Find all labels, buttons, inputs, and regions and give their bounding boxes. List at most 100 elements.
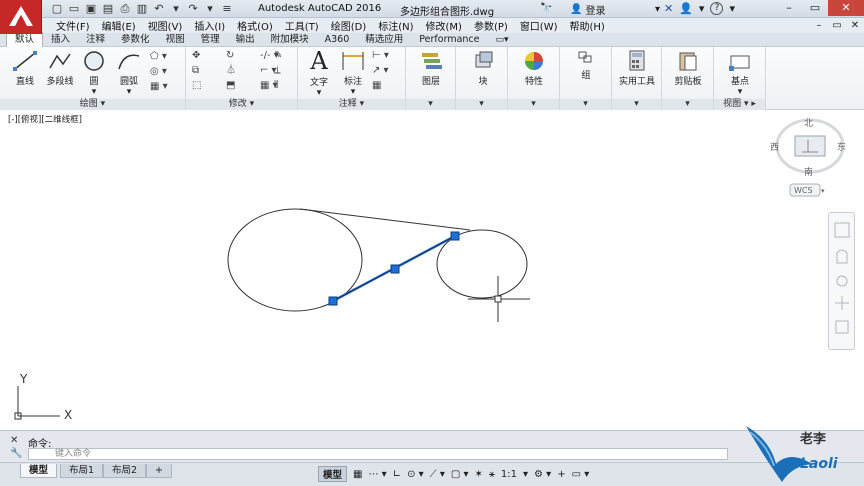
orbit-icon[interactable]	[835, 296, 849, 310]
menu-insert[interactable]: 插入(I)	[188, 18, 231, 33]
mirror-icon[interactable]: ⏃	[226, 64, 260, 77]
menu-format[interactable]: 格式(O)	[231, 18, 279, 33]
chevron-down-icon[interactable]: ▾	[114, 87, 144, 97]
modify-panel-label[interactable]: 修改 ▾	[186, 99, 297, 110]
properties-panel-expand[interactable]: ▾	[508, 99, 559, 110]
tab-a360[interactable]: A360	[317, 33, 358, 47]
redo-dropdown-icon[interactable]: ▾	[203, 2, 217, 16]
tab-manage[interactable]: 管理	[193, 33, 228, 47]
command-input[interactable]: 键入命令	[28, 448, 728, 460]
viewcube-west[interactable]: 西	[770, 142, 779, 153]
customize-qat-icon[interactable]: ≡	[220, 2, 234, 16]
help-icon[interactable]: ?	[710, 2, 724, 15]
drawing-area[interactable]: [-][俯视][二维线框] X Y 北 南 东 西 WCS ▾	[0, 110, 864, 430]
add-layout-button[interactable]: +	[146, 464, 172, 478]
offset-icon[interactable]: ⫴	[274, 79, 294, 92]
wrench-icon[interactable]: 🔧	[10, 448, 22, 459]
menu-parametric[interactable]: 参数(P)	[468, 18, 514, 33]
hatch-icon[interactable]: ▦ ▾	[150, 80, 180, 93]
chevron-down-icon[interactable]: ▾	[722, 87, 758, 97]
layers-button[interactable]: 图层	[414, 50, 448, 87]
grip-end[interactable]	[450, 231, 460, 241]
chevron-down-icon[interactable]: ▾	[80, 87, 108, 97]
erase-icon[interactable]: ✎	[274, 49, 294, 62]
utilities-panel-expand[interactable]: ▾	[612, 99, 661, 110]
exchange-icon[interactable]: ✕	[664, 2, 673, 15]
tab-annotate[interactable]: 注释	[78, 33, 113, 47]
chevron-down-icon[interactable]: ▾	[821, 187, 825, 195]
copy-icon[interactable]: ⧉	[192, 64, 226, 77]
tab-home[interactable]: 默认	[6, 32, 44, 47]
undo-icon[interactable]: ↶	[152, 2, 166, 16]
menu-help[interactable]: 帮助(H)	[564, 18, 611, 33]
menu-view[interactable]: 视图(V)	[142, 18, 189, 33]
pan-hand-icon[interactable]	[836, 249, 848, 264]
layout-tab-layout1[interactable]: 布局1	[60, 464, 104, 478]
arc-button[interactable]: 圆弧 ▾	[114, 50, 144, 97]
open-file-icon[interactable]: ▭	[67, 2, 81, 16]
snap-icon[interactable]: ⋯ ▾	[368, 469, 386, 480]
grip-midpoint[interactable]	[390, 264, 400, 274]
properties-button[interactable]: 特性	[516, 50, 552, 87]
plot-icon[interactable]: ▥	[135, 2, 149, 16]
scale-icon[interactable]: ⬒	[226, 79, 260, 92]
zoom-icon[interactable]	[836, 275, 848, 287]
block-button[interactable]: 块	[466, 50, 500, 87]
annotation-panel-label[interactable]: 注释 ▾	[298, 99, 405, 110]
menu-tools[interactable]: 工具(T)	[279, 18, 325, 33]
tab-view[interactable]: 视图	[158, 33, 193, 47]
hardware-acceleration-icon[interactable]: ▭ ▾	[572, 469, 590, 480]
wcs-menu[interactable]: WCS	[794, 186, 813, 195]
isodraft-icon[interactable]: ⟋ ▾	[430, 469, 445, 480]
drawing-canvas[interactable]: X Y	[0, 110, 864, 430]
annotation-scale-icon[interactable]: ⚹	[489, 469, 495, 480]
settings-gear-icon[interactable]: ⚙ ▾	[534, 469, 551, 480]
ellipse-icon[interactable]: ◎ ▾	[150, 65, 180, 78]
ribbon-minimize-icon[interactable]: ▭▾	[487, 33, 516, 47]
menu-dimension[interactable]: 标注(N)	[372, 18, 419, 33]
plus-icon[interactable]: +	[557, 469, 565, 480]
menu-edit[interactable]: 编辑(E)	[96, 18, 142, 33]
clipboard-panel-expand[interactable]: ▾	[662, 99, 713, 110]
clipboard-button[interactable]: 剪贴板	[666, 50, 710, 87]
showmotion-icon[interactable]	[835, 320, 849, 334]
leader-icon[interactable]: ↗ ▾	[372, 64, 402, 77]
viewcube-east[interactable]: 东	[837, 141, 846, 153]
tab-insert[interactable]: 插入	[43, 33, 78, 47]
group-panel-expand[interactable]: ▾	[560, 99, 611, 110]
group-button[interactable]: 组	[570, 50, 602, 81]
tab-parametric[interactable]: 参数化	[113, 33, 158, 47]
undo-dropdown-icon[interactable]: ▾	[169, 2, 183, 16]
explode-icon[interactable]: ⟂	[274, 64, 294, 77]
move-icon[interactable]: ✥	[192, 49, 226, 62]
doc-close-icon[interactable]: ✕	[846, 18, 864, 33]
application-menu-button[interactable]	[0, 0, 42, 34]
doc-restore-icon[interactable]: ▭	[828, 18, 846, 33]
basepoint-button[interactable]: 基点 ▾	[722, 50, 758, 97]
grip-start[interactable]	[328, 296, 338, 306]
menu-modify[interactable]: 修改(M)	[420, 18, 468, 33]
table-icon[interactable]: ▦	[372, 79, 402, 92]
redo-icon[interactable]: ↷	[186, 2, 200, 16]
viewcube-north[interactable]: 北	[804, 118, 813, 129]
dimension-button[interactable]: 标注 ▾	[338, 50, 368, 97]
linear-dim-icon[interactable]: ⊢ ▾	[372, 49, 402, 62]
chevron-down-icon[interactable]: ▾	[523, 469, 528, 480]
text-button[interactable]: A 文字 ▾	[304, 49, 334, 98]
print-icon[interactable]: ⎙	[118, 2, 132, 16]
polygon-icon[interactable]: ⬠ ▾	[150, 50, 180, 63]
upper-tangent-line[interactable]	[299, 208, 471, 231]
minimize-icon[interactable]: –	[776, 0, 802, 16]
viewcube-south[interactable]: 南	[804, 166, 813, 178]
tab-addins[interactable]: 附加模块	[263, 33, 317, 47]
view-panel-label[interactable]: 视图 ▾ ▸	[714, 99, 765, 110]
tab-output[interactable]: 输出	[228, 33, 263, 47]
layout-tab-model[interactable]: 模型	[20, 464, 58, 478]
maximize-icon[interactable]: ▭	[802, 0, 828, 16]
polar-icon[interactable]: ⊙ ▾	[407, 469, 424, 480]
close-icon[interactable]: ✕	[10, 435, 18, 446]
save-icon[interactable]: ▣	[84, 2, 98, 16]
menu-window[interactable]: 窗口(W)	[514, 18, 564, 33]
block-panel-expand[interactable]: ▾	[456, 99, 507, 110]
polyline-button[interactable]: 多段线	[42, 50, 78, 87]
